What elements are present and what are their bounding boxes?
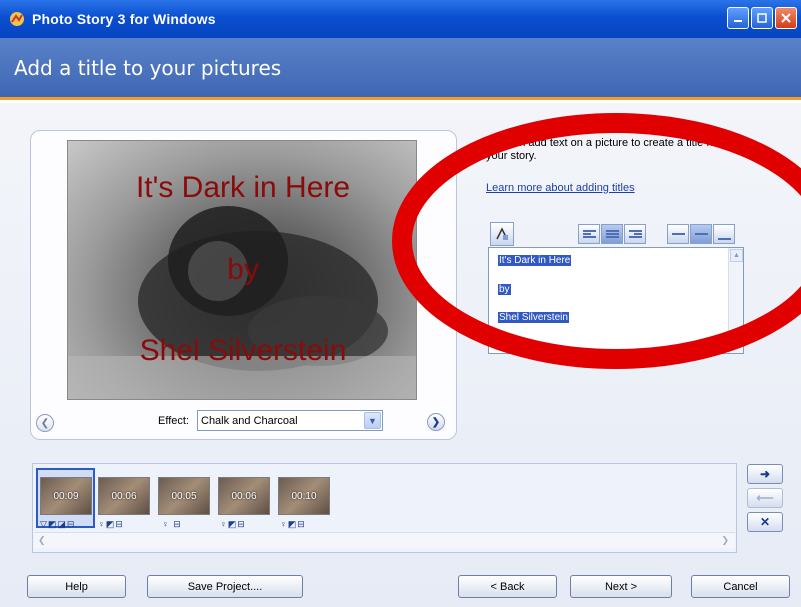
filmstrip-scrollbar[interactable]: ❮ ❯ [34,532,735,548]
align-right-button[interactable] [624,224,646,244]
thumbnail-2[interactable]: 00:06 [98,477,150,515]
next-button[interactable]: Next > [570,575,672,598]
thumbnail-duration: 00:06 [111,490,137,502]
move-left-button[interactable]: ⟵ [747,488,783,508]
align-left-button[interactable] [578,224,600,244]
align-left-icon [582,229,596,239]
thumbnail-duration: 00:10 [291,490,317,502]
scroll-left-icon[interactable]: ❮ [38,535,46,546]
font-button[interactable] [490,222,514,246]
scroll-up-icon[interactable]: ▲ [730,249,743,262]
align-bottom-icon [717,237,731,241]
align-top-icon [671,232,685,236]
chevron-right-icon: ❯ [431,416,441,428]
thumbnail-3[interactable]: 00:05 [158,477,210,515]
learn-more-link[interactable]: Learn more about adding titles [486,182,635,194]
align-middle-icon [694,232,708,236]
previous-picture-button[interactable]: ❮ [36,414,54,432]
overlay-author-line: Shel Silverstein [139,334,347,367]
page-header: Add a title to your pictures [0,38,801,100]
chevron-down-icon[interactable]: ▼ [364,412,381,429]
app-icon [10,12,24,26]
thumbnail-3-icons[interactable]: ♀ ⊟ [162,519,182,530]
minimize-button[interactable] [727,7,749,29]
title-bar: Photo Story 3 for Windows [0,0,801,38]
arrow-left-icon: ⟵ [756,491,774,505]
editor-line-1: It's Dark in Here [498,255,572,266]
align-center-icon [605,229,619,239]
effect-value: Chalk and Charcoal [201,414,298,427]
thumbnail-1-icons[interactable]: ▽◩◪⊟ [40,519,75,530]
align-top-button[interactable] [667,224,689,244]
thumbnail-5[interactable]: 00:10 [278,477,330,515]
next-picture-button[interactable]: ❯ [427,413,445,431]
overlay-by-line: by [227,253,259,286]
window-title: Photo Story 3 for Windows [32,11,216,27]
minimize-icon [734,20,742,22]
close-icon [781,13,791,23]
effect-select[interactable]: Chalk and Charcoal ▼ [197,410,383,431]
thumbnail-1[interactable]: 00:09 [40,477,92,515]
overlay-title-line: It's Dark in Here [135,171,351,204]
preview-image: It's Dark in Here by Shel Silverstein [67,140,417,400]
font-icon [496,227,508,240]
effect-label: Effect: [158,415,189,427]
chevron-left-icon: ❮ [40,417,50,429]
thumbnail-duration: 00:09 [53,490,79,502]
editor-line-2: by [498,284,511,295]
page-title: Add a title to your pictures [14,56,282,80]
align-center-button[interactable] [601,224,623,244]
thumbnail-duration: 00:05 [171,490,197,502]
thumbnail-2-icons[interactable]: ♀◩⊟ [98,519,124,530]
thumbnail-duration: 00:06 [231,490,257,502]
thumbnail-4[interactable]: 00:06 [218,477,270,515]
align-bottom-button[interactable] [713,224,735,244]
maximize-icon [757,13,767,23]
delete-icon: ✕ [759,515,771,529]
scroll-right-icon[interactable]: ❯ [721,535,729,546]
align-middle-button[interactable] [690,224,712,244]
save-project-button[interactable]: Save Project.... [147,575,303,598]
help-button[interactable]: Help [27,575,126,598]
move-right-button[interactable]: ➜ [747,464,783,484]
thumbnail-5-icons[interactable]: ♀◩⊟ [280,519,306,530]
editor-line-3: Shel Silverstein [498,312,569,323]
maximize-button[interactable] [751,7,773,29]
cancel-button[interactable]: Cancel [691,575,790,598]
editor-scrollbar[interactable]: ▲ [728,248,743,353]
back-button[interactable]: < Back [458,575,557,598]
title-text-editor[interactable]: It's Dark in Here by Shel Silverstein ▲ [488,247,744,354]
delete-picture-button[interactable]: ✕ [747,512,783,532]
close-button[interactable] [775,7,797,29]
thumbnail-4-icons[interactable]: ♀◩⊟ [220,519,246,530]
title-instructions: You can add text on a picture to create … [486,137,720,162]
arrow-right-icon: ➜ [759,467,771,481]
align-right-icon [628,229,642,239]
